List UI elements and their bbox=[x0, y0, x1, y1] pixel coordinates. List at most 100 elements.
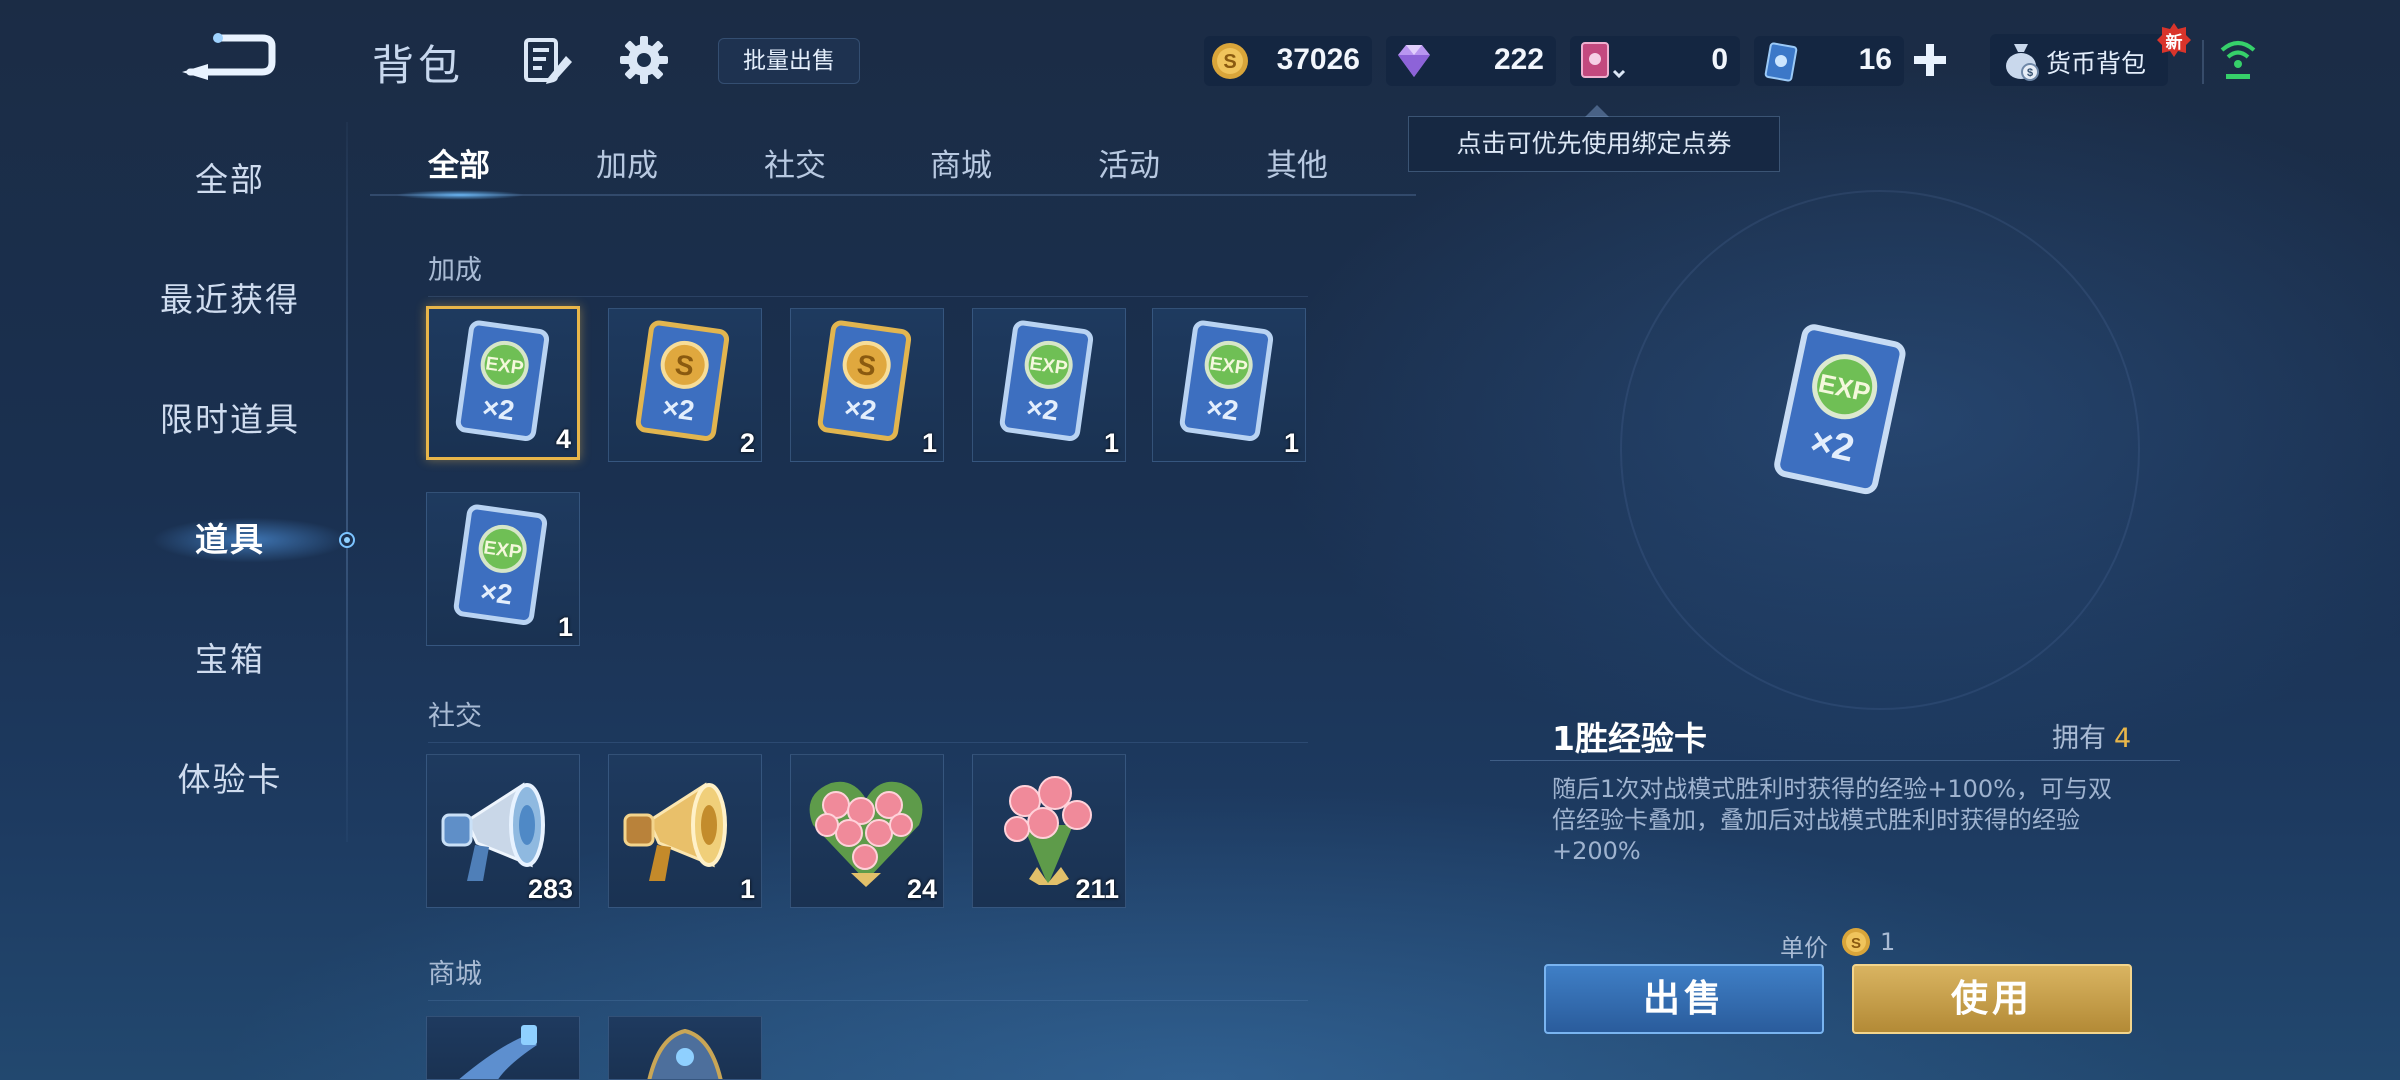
tab-social[interactable]: 社交 bbox=[730, 140, 860, 190]
item-quantity: 1 bbox=[921, 428, 937, 458]
svg-text:S: S bbox=[1223, 51, 1236, 73]
voucher-currency[interactable]: 0 bbox=[1570, 36, 1740, 86]
diamond-amount: 222 bbox=[1493, 43, 1544, 76]
diamond-currency: 222 bbox=[1386, 36, 1556, 86]
voucher-amount: 0 bbox=[1711, 43, 1728, 76]
exp-card-icon: EXP ×2 bbox=[999, 320, 1094, 441]
owned-count: 拥有 4 bbox=[2052, 716, 2131, 755]
back-arrow-icon bbox=[182, 33, 276, 80]
section-divider bbox=[428, 1000, 1308, 1001]
wifi-signal-icon bbox=[2220, 41, 2256, 79]
inventory-item-exp-card[interactable]: EXP ×2 4 bbox=[426, 306, 580, 460]
item-quantity: 1 bbox=[739, 874, 755, 904]
section-divider bbox=[428, 296, 1308, 297]
sidebar-item-all[interactable]: 全部 bbox=[80, 150, 380, 210]
gold-coin-icon: S bbox=[1842, 928, 1870, 956]
gold-currency: S 37026 bbox=[1204, 36, 1372, 86]
gold-amount: 37026 bbox=[1276, 43, 1360, 76]
inventory-item-silver-megaphone[interactable]: 283 bbox=[426, 754, 580, 908]
gold-coin-icon: S bbox=[1212, 43, 1248, 79]
tab-activity[interactable]: 活动 bbox=[1064, 140, 1194, 190]
inventory-item-mall[interactable] bbox=[426, 1016, 580, 1080]
coupon-card-icon bbox=[1764, 42, 1798, 82]
sidebar-item-props[interactable]: 道具 bbox=[80, 510, 380, 570]
network-status bbox=[2218, 36, 2258, 86]
item-quantity: 2 bbox=[739, 428, 755, 458]
owned-label: 拥有 bbox=[2052, 723, 2106, 754]
inventory-item-exp-card[interactable]: EXP ×2 1 bbox=[972, 308, 1126, 462]
tab-all[interactable]: 全部 bbox=[394, 140, 524, 190]
inventory-item-gold-megaphone[interactable]: 1 bbox=[608, 754, 762, 908]
tab-other[interactable]: 其他 bbox=[1232, 140, 1362, 190]
section-title-bonus: 加成 bbox=[428, 255, 482, 286]
gold-megaphone-icon bbox=[623, 782, 727, 881]
gold-card-icon: S ×2 bbox=[635, 320, 730, 441]
item-name: 1胜经验卡 bbox=[1552, 719, 1707, 758]
header-divider bbox=[2202, 40, 2204, 84]
owned-value: 4 bbox=[2114, 723, 2132, 754]
detail-divider bbox=[1490, 760, 2180, 761]
potion-icon bbox=[459, 1025, 537, 1079]
sidebar-item-recent[interactable]: 最近获得 bbox=[80, 270, 380, 330]
item-quantity: 283 bbox=[527, 874, 573, 904]
inventory-item-gold-card[interactable]: S ×2 2 bbox=[608, 308, 762, 462]
money-bag-icon: $ bbox=[2006, 44, 2039, 81]
gear-icon bbox=[620, 36, 668, 84]
tab-mall[interactable]: 商城 bbox=[896, 140, 1026, 190]
inventory-item-mall[interactable] bbox=[608, 1016, 762, 1080]
item-quantity: 1 bbox=[557, 612, 573, 642]
multiplier-text: ×2 bbox=[661, 391, 697, 426]
diamond-icon bbox=[1398, 45, 1430, 77]
edit-button[interactable] bbox=[522, 36, 574, 84]
settings-button[interactable] bbox=[618, 34, 670, 86]
edit-list-icon bbox=[524, 38, 572, 84]
multiplier-text: ×2 bbox=[1025, 391, 1061, 426]
armor-icon bbox=[647, 1028, 723, 1079]
inventory-item-rose-heart-bouquet[interactable]: 24 bbox=[790, 754, 944, 908]
item-quantity: 211 bbox=[1075, 874, 1119, 904]
multiplier-text: ×2 bbox=[843, 391, 879, 426]
back-button[interactable] bbox=[178, 28, 278, 82]
unit-price-value: 1 bbox=[1880, 928, 1896, 956]
sidebar-item-chests[interactable]: 宝箱 bbox=[80, 630, 380, 690]
svg-text:$: $ bbox=[2027, 67, 2033, 79]
inventory-item-gold-card[interactable]: S ×2 1 bbox=[790, 308, 944, 462]
svg-text:S: S bbox=[1851, 935, 1861, 952]
use-button[interactable]: 使用 bbox=[1852, 964, 2132, 1034]
item-quantity: 4 bbox=[555, 424, 571, 454]
multiplier-text: ×2 bbox=[1205, 391, 1241, 426]
item-description: 随后1次对战模式胜利时获得的经验+100%，可与双倍经验卡叠加，叠加后对战模式胜… bbox=[1552, 775, 2112, 865]
exp-card-icon: EXP ×2 bbox=[1179, 320, 1274, 441]
multiplier-text: ×2 bbox=[1807, 420, 1858, 470]
multiplier-text: ×2 bbox=[479, 575, 515, 610]
sidebar-item-trial-cards[interactable]: 体验卡 bbox=[80, 750, 380, 810]
exp-card-icon: EXP ×2 bbox=[1774, 324, 1906, 495]
sidebar-divider bbox=[346, 122, 348, 842]
exp-card-icon: EXP ×2 bbox=[453, 504, 548, 625]
new-badge: 新 bbox=[2156, 22, 2192, 58]
item-quantity: 1 bbox=[1283, 428, 1299, 458]
coupon-currency: 16 bbox=[1754, 36, 1904, 86]
sell-button[interactable]: 出售 bbox=[1544, 964, 1824, 1034]
tab-active-indicator bbox=[380, 188, 540, 202]
sidebar-item-limited[interactable]: 限时道具 bbox=[80, 390, 380, 450]
multiplier-text: ×2 bbox=[481, 391, 517, 426]
inventory-item-rose-bouquet[interactable]: 211 bbox=[972, 754, 1126, 908]
page-title: 背包 bbox=[372, 41, 465, 90]
tab-bonus[interactable]: 加成 bbox=[562, 140, 692, 190]
gold-card-icon: S ×2 bbox=[817, 320, 912, 441]
voucher-card-icon bbox=[1581, 42, 1626, 79]
batch-sell-button[interactable]: 批量出售 bbox=[718, 38, 860, 84]
currency-wallet-button[interactable]: $ 货币背包 bbox=[1990, 34, 2168, 86]
section-title-social: 社交 bbox=[428, 701, 482, 732]
item-quantity: 24 bbox=[906, 874, 937, 904]
section-divider bbox=[428, 742, 1308, 743]
inventory-item-exp-card[interactable]: EXP ×2 1 bbox=[426, 492, 580, 646]
item-quantity: 1 bbox=[1103, 428, 1119, 458]
add-currency-button[interactable] bbox=[1910, 40, 1950, 80]
new-badge-label: 新 bbox=[2165, 33, 2183, 53]
inventory-item-exp-card[interactable]: EXP ×2 1 bbox=[1152, 308, 1306, 462]
voucher-tooltip: 点击可优先使用绑定点券 bbox=[1408, 105, 1780, 172]
sidebar-active-dot bbox=[339, 532, 355, 548]
wallet-label: 货币背包 bbox=[2046, 49, 2147, 78]
